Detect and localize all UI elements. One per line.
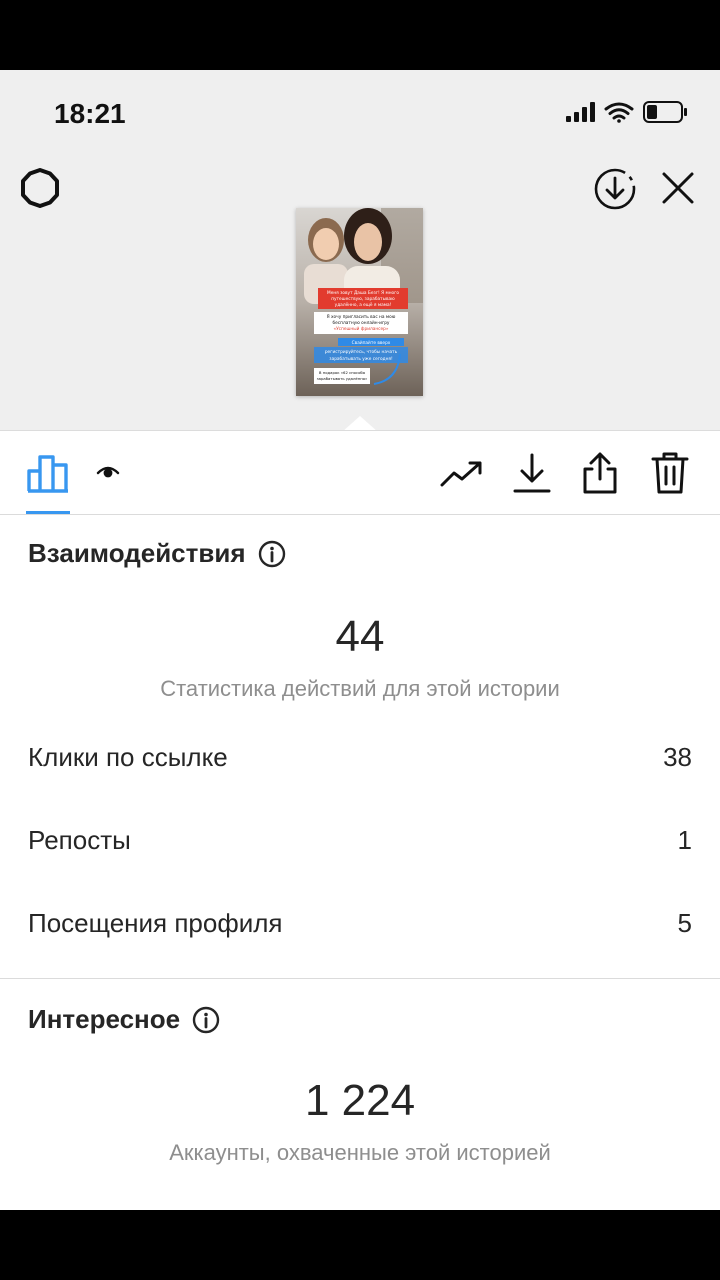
- thumb-caption-2: путешествую, зарабатываю: [331, 296, 395, 302]
- settings-gear-icon: [21, 168, 59, 208]
- thumb-caption-10: В подарок «62 способа: [319, 370, 365, 375]
- metric-label: Посещения профиля: [28, 908, 283, 938]
- metric-value: 38: [663, 742, 692, 772]
- trending-up-icon: [440, 461, 482, 487]
- discovery-section-title: Интересное: [28, 1004, 220, 1035]
- thumb-caption-3: удалённо, а ещё я мама!: [335, 302, 392, 308]
- status-time: 18:21: [54, 98, 126, 129]
- thumb-caption-5: бесплатную онлайн-игру: [333, 319, 390, 326]
- cellular-signal-icon: [566, 102, 595, 122]
- thumb-caption-7: Свайпайте вверх: [352, 339, 391, 346]
- thumb-caption-8: регистрируйтесь, чтобы начать: [325, 348, 398, 355]
- active-tab-indicator: [26, 511, 70, 514]
- close-icon: [662, 172, 694, 204]
- promote-button[interactable]: [440, 459, 484, 494]
- reach-total: 1 224: [304, 1076, 416, 1125]
- wifi-icon: [604, 102, 634, 123]
- thumb-caption-1: Меня зовут Даша Безг! Я много: [327, 290, 399, 296]
- metric-value: 1: [677, 825, 692, 855]
- download-icon: [513, 453, 551, 493]
- story-preview-area: 18:21 Меня зовут Даша Безг! Я много путе…: [0, 70, 720, 432]
- interactions-total: 44: [335, 612, 385, 661]
- share-button[interactable]: [580, 451, 620, 500]
- metric-row-link-clicks: Клики по ссылке 38: [28, 742, 692, 773]
- thumb-caption-4: Я хочу пригласить вас на мою: [327, 314, 396, 320]
- battery-icon: [643, 101, 687, 123]
- trash-icon: [651, 452, 689, 494]
- metric-row-reposts: Репосты 1: [28, 825, 692, 856]
- metric-label: Репосты: [28, 825, 131, 855]
- thumb-caption-11: зарабатывать удалённо»: [317, 376, 368, 381]
- interactions-section-title: Взаимодействия: [28, 538, 286, 569]
- thumb-caption-6: «Успешный фрилансер»: [333, 325, 388, 332]
- metric-value: 5: [677, 908, 692, 938]
- reach-subtitle: Аккаунты, охваченные этой историей: [169, 1140, 551, 1165]
- interactions-subtitle: Статистика действий для этой истории: [160, 676, 560, 701]
- story-thumbnail[interactable]: Меня зовут Даша Безг! Я много путешеству…: [296, 208, 423, 396]
- section-divider: [0, 978, 720, 979]
- interactions-info-button[interactable]: [258, 540, 286, 568]
- settings-button[interactable]: [18, 166, 62, 210]
- info-icon: [192, 1006, 220, 1033]
- tab-viewers[interactable]: [96, 463, 120, 486]
- save-story-button[interactable]: [592, 166, 638, 212]
- discovery-info-button[interactable]: [192, 1006, 220, 1034]
- delete-button[interactable]: [650, 451, 690, 500]
- close-button[interactable]: [660, 170, 696, 206]
- thumb-caption-9: зарабатывать уже сегодня!: [329, 356, 393, 362]
- circle-download-icon: [594, 168, 636, 210]
- discovery-title-text: Интересное: [28, 1004, 181, 1034]
- metric-row-profile-visits: Посещения профиля 5: [28, 908, 692, 939]
- bar-chart-icon: [27, 455, 68, 493]
- interactions-title-text: Взаимодействия: [28, 538, 246, 568]
- share-icon: [583, 452, 617, 494]
- status-icons: [566, 100, 690, 128]
- story-insights-screen: 18:21 Меня зовут Даша Безг! Я много путе…: [0, 70, 720, 1210]
- eye-icon: [96, 466, 120, 478]
- insights-toolbar: [0, 431, 720, 515]
- save-button[interactable]: [512, 453, 552, 500]
- tab-insights[interactable]: [26, 451, 70, 498]
- metric-label: Клики по ссылке: [28, 742, 228, 772]
- info-icon: [258, 540, 285, 567]
